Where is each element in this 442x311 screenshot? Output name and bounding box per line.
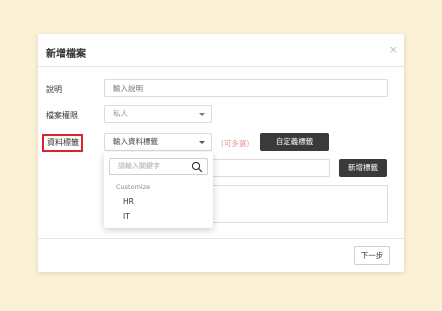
chevron-down-icon bbox=[199, 141, 205, 144]
dropdown-group-label: Customize bbox=[116, 183, 151, 191]
tag-list-area[interactable] bbox=[208, 185, 388, 223]
new-tag-input[interactable] bbox=[208, 159, 330, 177]
description-label: 說明 bbox=[46, 85, 62, 94]
modal-title: 新增檔案 bbox=[46, 49, 86, 60]
dropdown-option-hr[interactable]: HR bbox=[123, 197, 134, 206]
search-icon[interactable] bbox=[191, 161, 203, 173]
add-tag-button[interactable]: 新增標籤 bbox=[339, 159, 387, 177]
chevron-down-icon bbox=[199, 113, 205, 116]
permission-select[interactable]: 私人 bbox=[104, 105, 212, 123]
new-file-modal: 新增檔案 × 說明 檔案權限 私人 資料標籤 輸入資料標籤 (可多選) 自定義標… bbox=[38, 34, 404, 272]
custom-tag-button[interactable]: 自定義標籤 bbox=[260, 133, 329, 151]
dropdown-option-it[interactable]: IT bbox=[123, 212, 130, 221]
description-input[interactable] bbox=[104, 79, 388, 97]
close-icon[interactable]: × bbox=[389, 43, 398, 56]
multi-select-hint: (可多選) bbox=[221, 139, 250, 148]
tags-select-value: 輸入資料標籤 bbox=[113, 137, 158, 146]
permission-label: 檔案權限 bbox=[46, 111, 78, 120]
dropdown-search-placeholder: 請輸入關鍵字 bbox=[118, 162, 160, 170]
next-button[interactable]: 下一步 bbox=[354, 246, 390, 265]
tags-label: 資料標籤 bbox=[42, 134, 83, 152]
modal-header: 新增檔案 × bbox=[38, 34, 404, 67]
modal-footer: 下一步 bbox=[38, 238, 404, 272]
tags-dropdown: 請輸入關鍵字 Customize HR IT bbox=[104, 152, 213, 228]
dropdown-search-input[interactable]: 請輸入關鍵字 bbox=[109, 158, 208, 175]
permission-select-value: 私人 bbox=[113, 109, 128, 118]
tags-select[interactable]: 輸入資料標籤 bbox=[104, 133, 212, 151]
